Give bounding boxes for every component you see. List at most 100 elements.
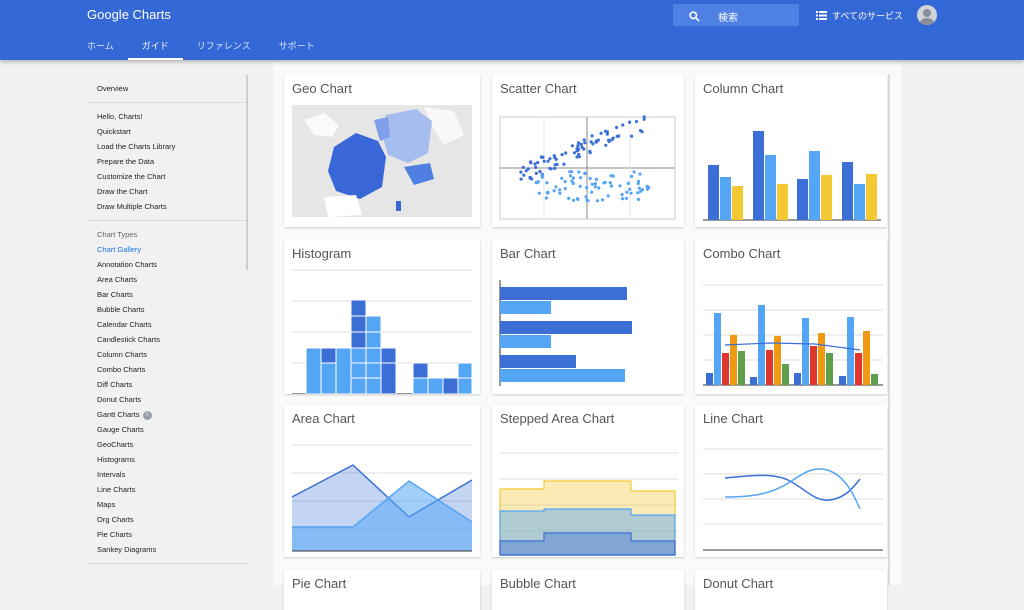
card-histogram[interactable]: Histogram	[284, 240, 480, 394]
scatter-point	[628, 187, 632, 191]
card-line-chart[interactable]: Line Chart	[695, 405, 887, 557]
area-chart-thumbnail	[291, 444, 473, 552]
nav-item-load-library[interactable]: Load the Charts Library	[97, 139, 247, 154]
card-scatter-chart[interactable]: Scatter Chart	[492, 75, 684, 227]
nav-item-gauge-charts[interactable]: Gauge Charts	[97, 422, 247, 437]
scatter-point	[630, 134, 634, 138]
scatter-point	[546, 159, 550, 163]
nav-item-line-charts[interactable]: Line Charts	[97, 482, 247, 497]
nav-item-gantt-charts[interactable]: Gantt Charts!	[97, 407, 247, 422]
scatter-point	[576, 141, 581, 145]
combo-average-line	[724, 342, 861, 351]
nav-item-candlestick-charts[interactable]: Candlestick Charts	[97, 332, 247, 347]
scatter-point	[577, 170, 581, 174]
card-bubble-chart[interactable]: Bubble Chart	[492, 570, 684, 610]
account-avatar[interactable]	[917, 5, 937, 25]
left-nav: Overview Hello, Charts! Quickstart Load …	[87, 75, 247, 570]
nav-item-bar-charts[interactable]: Bar Charts	[97, 287, 247, 302]
nav-item-maps[interactable]: Maps	[97, 497, 247, 512]
card-stepped-area-chart[interactable]: Stepped Area Chart	[492, 405, 684, 557]
nav-heading-hello[interactable]: Hello, Charts!	[97, 109, 247, 124]
nav-item-draw-multiple[interactable]: Draw Multiple Charts	[97, 199, 247, 214]
search-box[interactable]: 検索	[673, 4, 799, 26]
nav-item-prepare-data[interactable]: Prepare the Data	[97, 154, 247, 169]
nav-item-quickstart[interactable]: Quickstart	[97, 124, 247, 139]
line-chart-thumbnail	[703, 448, 883, 551]
nav-item-annotation-charts[interactable]: Annotation Charts	[97, 257, 247, 272]
site-title[interactable]: Google Charts	[87, 7, 171, 22]
scatter-point	[522, 173, 526, 177]
nav-item-overview[interactable]: Overview	[97, 81, 247, 96]
all-services-button[interactable]: すべてのサービス	[816, 9, 903, 22]
scatter-point	[576, 144, 580, 148]
scatter-point	[564, 151, 568, 155]
scatter-point	[558, 188, 562, 192]
scatter-point	[593, 182, 597, 186]
card-bar-chart[interactable]: Bar Chart	[492, 240, 684, 394]
nav-item-chart-gallery[interactable]: Chart Gallery	[97, 242, 247, 257]
nav-item-donut-charts[interactable]: Donut Charts	[97, 392, 247, 407]
card-combo-chart[interactable]: Combo Chart	[695, 240, 887, 394]
scatter-point	[632, 170, 636, 174]
scatter-point	[607, 139, 611, 144]
sidebar-scrollbar[interactable]	[246, 75, 248, 270]
tab-support[interactable]: サポート	[265, 33, 329, 60]
scatter-point	[638, 128, 643, 133]
nav-section-hello: Hello, Charts! Quickstart Load the Chart…	[87, 103, 247, 221]
scatter-point	[540, 173, 544, 177]
nav-item-customize-chart[interactable]: Customize the Chart	[97, 169, 247, 184]
column-chart-thumbnail	[703, 131, 881, 221]
scatter-point	[536, 180, 540, 184]
tab-reference[interactable]: リファレンス	[183, 33, 265, 60]
scatter-point	[546, 190, 550, 194]
content-scrollbar[interactable]	[888, 74, 890, 585]
card-donut-chart[interactable]: Donut Chart	[695, 570, 887, 610]
card-area-chart[interactable]: Area Chart	[284, 405, 480, 557]
scatter-point	[640, 188, 644, 192]
scatter-point	[605, 132, 609, 136]
nav-item-area-charts[interactable]: Area Charts	[97, 272, 247, 287]
nav-item-column-charts[interactable]: Column Charts	[97, 347, 247, 362]
nav-item-bubble-charts[interactable]: Bubble Charts	[97, 302, 247, 317]
card-column-chart[interactable]: Column Chart	[695, 75, 887, 227]
scatter-point	[537, 191, 541, 195]
scatter-point	[533, 162, 537, 166]
scatter-point	[553, 163, 557, 167]
tab-guide[interactable]: ガイド	[127, 33, 183, 60]
scatter-point	[624, 196, 629, 200]
scatter-point	[620, 192, 624, 197]
nav-item-pie-charts[interactable]: Pie Charts	[97, 527, 247, 542]
scatter-point	[572, 151, 577, 155]
tab-home[interactable]: ホーム	[73, 33, 128, 60]
nav-item-intervals[interactable]: Intervals	[97, 467, 247, 482]
scatter-point	[638, 172, 642, 176]
nav-item-histograms[interactable]: Histograms	[97, 452, 247, 467]
scatter-point	[636, 197, 640, 201]
nav-item-sankey-diagrams[interactable]: Sankey Diagrams	[97, 542, 247, 557]
card-pie-chart[interactable]: Pie Chart	[284, 570, 480, 610]
scatter-point	[572, 198, 576, 202]
tab-bar: ホーム ガイド リファレンス サポート	[73, 33, 329, 60]
nav-item-draw-chart[interactable]: Draw the Chart	[97, 184, 247, 199]
bar-chart-thumbnail	[499, 280, 632, 386]
scatter-point	[637, 186, 641, 190]
scatter-point	[529, 161, 533, 165]
nav-item-geocharts[interactable]: GeoCharts	[97, 437, 247, 452]
beta-badge-icon: !	[142, 410, 152, 420]
nav-item-calendar-charts[interactable]: Calendar Charts	[97, 317, 247, 332]
nav-item-org-charts[interactable]: Org Charts	[97, 512, 247, 527]
scatter-point	[579, 142, 583, 146]
scatter-point	[583, 141, 587, 145]
nav-section-chart-types: Chart Types Chart Gallery Annotation Cha…	[87, 221, 247, 564]
nav-item-combo-charts[interactable]: Combo Charts	[97, 362, 247, 377]
scatter-point	[593, 185, 597, 189]
nav-item-diff-charts[interactable]: Diff Charts	[97, 377, 247, 392]
scatter-point	[620, 197, 625, 201]
nav-item-gantt-label: Gantt Charts	[97, 410, 140, 419]
stepped-area-chart-thumbnail	[499, 452, 678, 556]
scatter-point	[542, 159, 546, 163]
histogram-thumbnail	[292, 269, 473, 394]
card-geo-chart[interactable]: Geo Chart	[284, 75, 480, 227]
scatter-point	[544, 196, 548, 200]
scatter-point	[536, 160, 540, 165]
